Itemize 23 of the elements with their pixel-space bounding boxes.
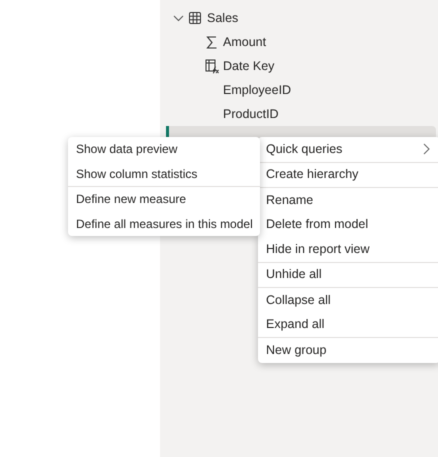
menu-item[interactable]: Collapse all [258, 288, 438, 312]
menu-item[interactable]: Define all measures in this model [68, 212, 260, 236]
table-name[interactable]: Sales [207, 8, 238, 28]
menu-item[interactable]: Unhide all [258, 262, 438, 287]
menu-item[interactable]: Show column statistics [68, 162, 260, 186]
menu-item[interactable]: Expand all [258, 312, 438, 337]
table-icon [189, 12, 201, 24]
field-name[interactable]: EmployeeID [223, 80, 292, 100]
field-name[interactable]: Date Key [223, 56, 274, 76]
menu-item[interactable]: New group [258, 338, 438, 362]
field-name[interactable]: ProductID [223, 104, 279, 124]
sigma-icon [206, 36, 218, 48]
menu-item[interactable]: Delete from model [258, 212, 438, 237]
menu-item[interactable]: Quick queries [258, 137, 438, 162]
field-name[interactable]: Amount [223, 32, 266, 52]
menu-item[interactable]: Hide in report view [258, 237, 438, 262]
chevron-icon[interactable] [173, 14, 184, 22]
menu-item[interactable]: Rename [258, 188, 438, 212]
menu-item[interactable]: Show data preview [68, 137, 260, 162]
menu-item[interactable]: Define new measure [68, 187, 260, 212]
chevron-right-icon [423, 143, 430, 156]
menu-item[interactable]: Create hierarchy [258, 162, 438, 187]
calculated-column-icon [204, 58, 218, 74]
